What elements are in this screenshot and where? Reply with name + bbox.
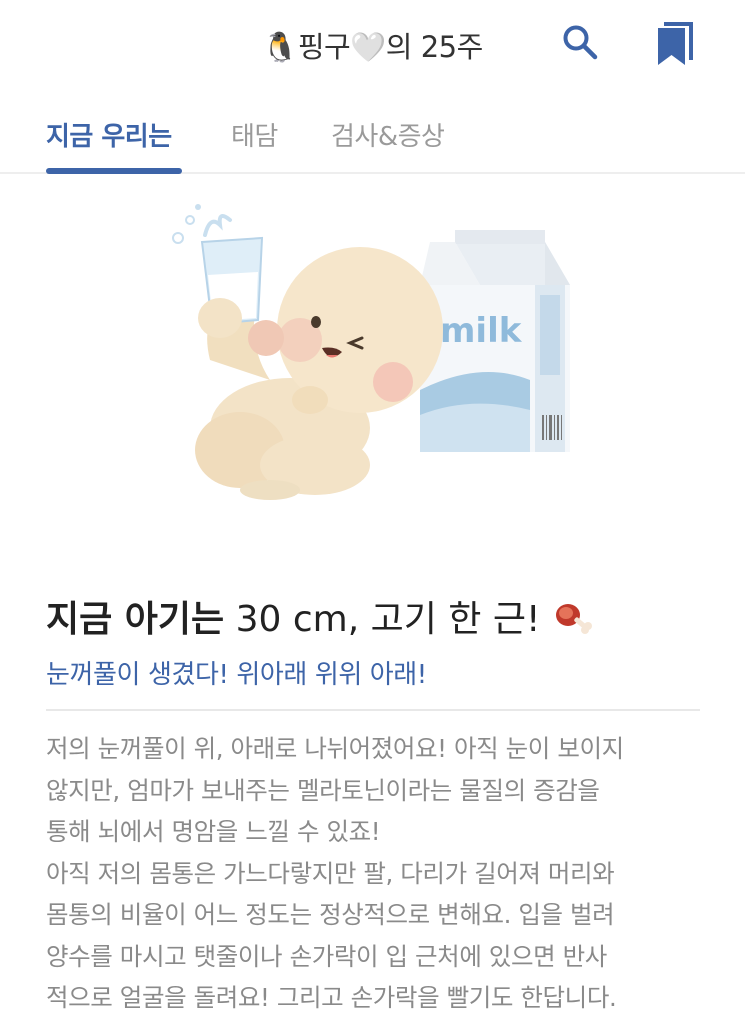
milk-carton-image: milk [420,230,570,452]
description-text: 저의 눈꺼풀이 위, 아래로 나뉘어졌어요! 아직 눈이 보이지 않지만, 엄마… [46,728,706,1019]
heading-size-text: 30 cm, 고기 한 근! [235,599,541,640]
tab-tests-symptoms[interactable]: 검사&증상 [331,116,445,153]
divider [46,709,700,711]
baby-image [172,204,443,500]
search-icon [563,25,598,60]
description-line: 몸통의 비율이 어느 정도는 정상적으로 변해요. 입을 벌려 [46,900,615,929]
tab-bar: 지금 우리는 태담 검사&증상 [0,108,745,174]
heading-label: 지금 아기는 [46,599,225,640]
description-line: 저의 눈꺼풀이 위, 아래로 나뉘어졌어요! 아직 눈이 보이지 [46,734,624,763]
description-line: 아직 저의 몸통은 가느다랗지만 팔, 다리가 길어져 머리와 [46,858,615,888]
tab-now-we-are[interactable]: 지금 우리는 [46,116,172,153]
description-line: 양수를 마시고 탯줄이나 손가락이 입 근처에 있으면 반사 [46,941,607,971]
app-header: 🐧핑구🤍의 25주 [0,0,745,90]
baby-size-heading: 지금 아기는 30 cm, 고기 한 근! [46,590,706,646]
description-line: 적으로 얼굴을 돌려요! 그리고 손가락을 빨기도 한답니다. [46,983,617,1012]
bookmark-icon [658,22,693,65]
description-line: 통해 뇌에서 명암을 느낄 수 있죠! [46,817,381,846]
active-tab-indicator [46,168,182,174]
description-line: 않지만, 엄마가 보내주는 멜라토닌이라는 물질의 증감을 [46,775,600,805]
search-button[interactable] [560,22,600,62]
baby-milk-illustration: milk [150,190,600,510]
carton-label: milk [440,311,523,351]
subheading: 눈꺼풀이 생겼다! 위아래 위위 아래! [46,660,427,690]
bookmark-button[interactable] [655,20,697,66]
tab-prenatal-talk[interactable]: 태담 [231,116,278,153]
meat-on-bone-icon [554,601,592,646]
page-title: 🐧핑구🤍의 25주 [262,30,483,64]
